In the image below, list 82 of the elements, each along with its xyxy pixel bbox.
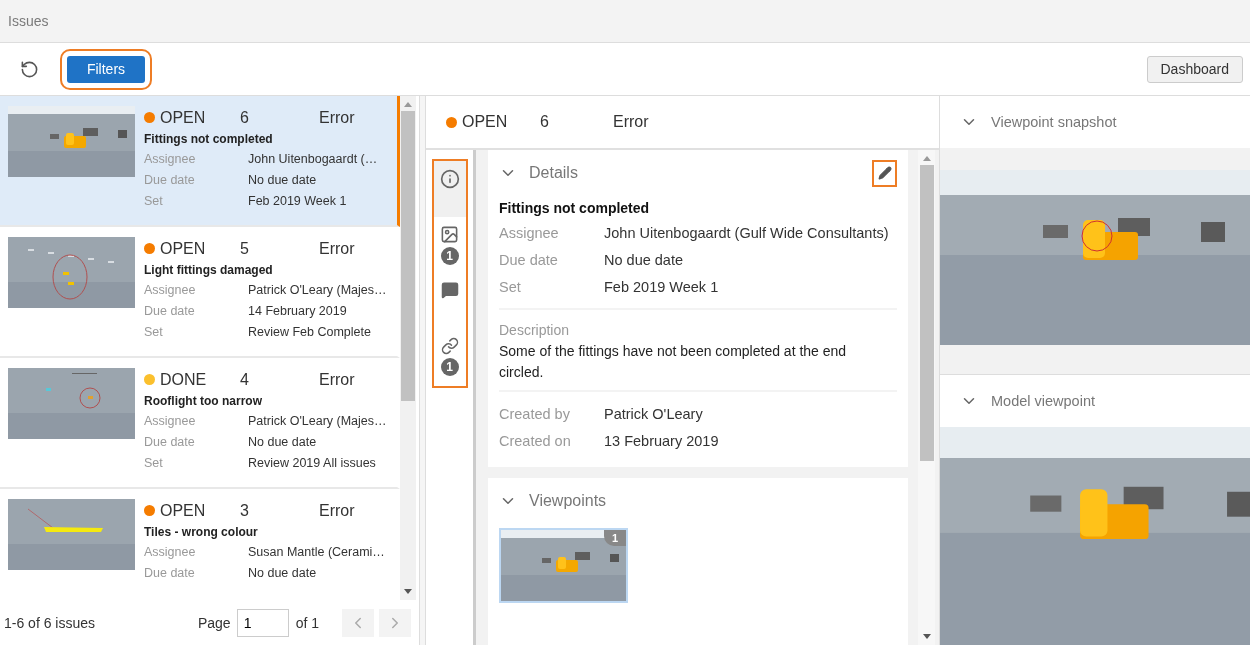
field-label: Created on [499, 432, 572, 451]
field-value: Susan Mantle (Cerami… [248, 544, 385, 561]
status-label: OPEN [160, 108, 207, 127]
status-label: OPEN [462, 113, 509, 131]
issue-number: 6 [240, 108, 250, 127]
field-value: Review 2019 All issues [248, 455, 376, 472]
page-label: Page [197, 614, 231, 631]
info-tab[interactable] [433, 161, 466, 217]
field-label: Assignee [144, 544, 197, 561]
priority-label: Error [319, 108, 356, 127]
info-icon [439, 169, 460, 189]
section-heading: Viewpoints [529, 492, 607, 510]
field-value: No due date [248, 565, 317, 582]
field-label: Due date [144, 434, 196, 451]
field-value: Feb 2019 Week 1 [604, 278, 719, 297]
dashboard-button[interactable]: Dashboard [1146, 55, 1243, 83]
field-label: Set [144, 324, 164, 341]
field-value: John Uitenbogaardt (Gulf Wide Consultants) [604, 224, 889, 243]
priority-label: Error [319, 370, 356, 389]
field-value: No due date [248, 434, 317, 451]
priority-label: Error [319, 239, 356, 258]
field-value: Patrick O'Leary [604, 405, 703, 424]
field-label: Set [144, 455, 164, 472]
field-label: Assignee [144, 413, 197, 430]
issue-number: 6 [540, 113, 550, 131]
issue-title: Light fittings damaged [144, 263, 274, 277]
count-badge: 1 [440, 247, 459, 265]
field-value: Patrick O'Leary (Majes… [248, 413, 387, 430]
issue-title: Fittings not completed [499, 200, 651, 216]
field-value: 13 February 2019 [604, 432, 719, 451]
field-label: Assignee [144, 151, 197, 168]
refresh-icon [20, 59, 39, 79]
page-title: Issues [8, 13, 49, 29]
issue-count: 1-6 of 6 issues [4, 614, 96, 631]
issue-card[interactable]: OPEN 6 Error Fittings not completed Assignee John Uitenbogaardt (… Due date No due date Set Feb 2019 Week 1 [0, 96, 400, 227]
field-value: 14 February 2019 [248, 303, 347, 320]
issue-title: Tiles - wrong colour [144, 525, 259, 539]
page-total: of 1 [295, 614, 319, 631]
link-icon [440, 337, 459, 355]
field-value: John Uitenbogaardt (… [248, 151, 378, 168]
status-label: OPEN [160, 239, 207, 258]
refresh-button[interactable] [20, 59, 39, 79]
issue-number: 3 [240, 501, 250, 520]
issue-number: 4 [240, 370, 250, 389]
scrollbar[interactable] [400, 96, 416, 600]
priority-label: Error [613, 113, 650, 131]
field-label: Assignee [499, 224, 560, 243]
page-input[interactable]: 1 [236, 608, 289, 637]
edit-button[interactable] [872, 159, 897, 187]
field-label: Due date [144, 565, 196, 582]
field-label: Due date [499, 251, 559, 270]
comment-icon [440, 281, 459, 299]
field-label: Set [499, 278, 522, 297]
field-label: Description [499, 321, 571, 340]
field-value: No due date [248, 172, 317, 189]
description-text: Some of the fittings have not been completed at the end circled. [499, 342, 848, 382]
field-label: Created by [499, 405, 571, 424]
issue-title: Fittings not completed [144, 132, 274, 146]
field-value: Feb 2019 Week 1 [248, 193, 347, 210]
count-badge: 1 [604, 530, 626, 546]
issue-number: 5 [240, 239, 250, 258]
link-tab[interactable]: 1 [433, 329, 466, 385]
image-tab[interactable]: 1 [433, 217, 466, 273]
section-heading: Model viewpoint [991, 393, 1095, 409]
field-label: Assignee [144, 282, 197, 299]
issue-title: Rooflight too narrow [144, 394, 263, 408]
status-label: DONE [160, 370, 208, 389]
field-label: Due date [144, 303, 196, 320]
section-heading: Details [529, 164, 578, 182]
pencil-icon [877, 166, 892, 180]
priority-label: Error [319, 501, 356, 520]
field-value: No due date [604, 251, 683, 270]
field-value: Review Feb Complete [248, 324, 371, 341]
section-heading: Viewpoint snapshot [991, 114, 1117, 130]
image-icon [440, 225, 459, 244]
count-badge: 1 [440, 358, 459, 376]
field-label: Set [144, 193, 164, 210]
field-label: Due date [144, 172, 196, 189]
field-value: Patrick O'Leary (Majes… [248, 282, 387, 299]
viewpoint-thumbnail[interactable]: 1 [499, 528, 628, 603]
scrollbar[interactable] [918, 150, 935, 645]
status-label: OPEN [160, 501, 207, 520]
